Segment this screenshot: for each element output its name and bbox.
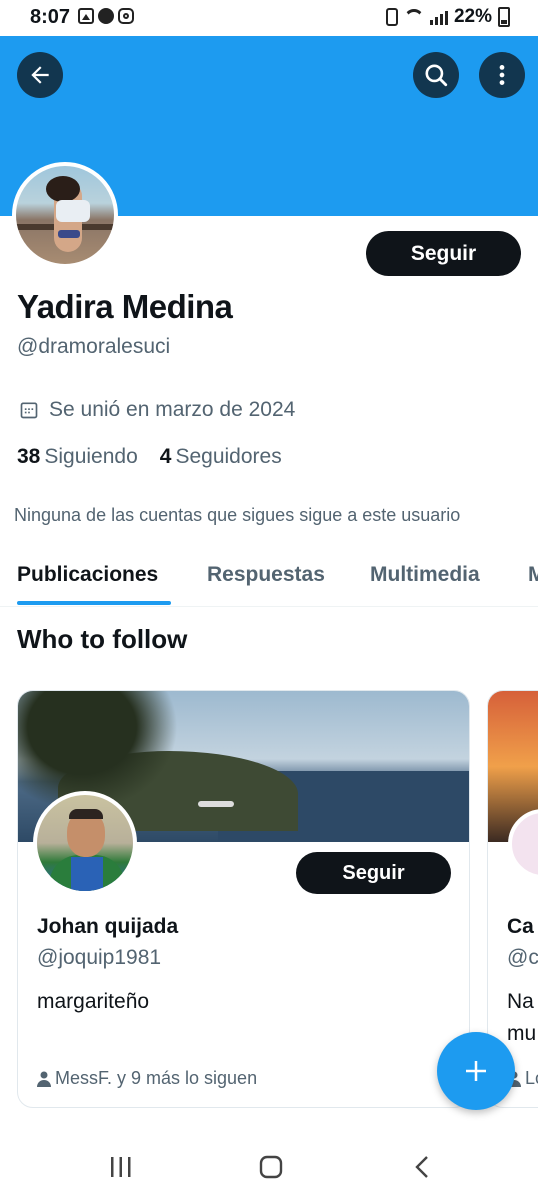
- compose-button[interactable]: [437, 1032, 515, 1110]
- plus-icon: [466, 1061, 486, 1081]
- username: @dramoralesuci: [17, 335, 171, 358]
- card-handle: @c: [507, 946, 538, 969]
- profile-tabs: Publicaciones Respuestas Multimedia M: [0, 545, 538, 607]
- who-to-follow-title: Who to follow: [17, 624, 188, 654]
- calendar-icon: [20, 402, 38, 419]
- battery-percent: 22%: [453, 6, 492, 27]
- card-name: Ca: [507, 915, 534, 938]
- tab-overflow[interactable]: M: [528, 563, 538, 587]
- system-back-button[interactable]: [402, 1150, 442, 1184]
- card-name: Johan quijada: [37, 915, 179, 938]
- system-indicators: 22%: [385, 6, 510, 28]
- signal-icon: [429, 9, 448, 25]
- recent-apps-button[interactable]: [101, 1150, 141, 1184]
- tab-multimedia[interactable]: Multimedia: [370, 563, 480, 587]
- followers-count: 4: [159, 445, 172, 468]
- followers-label: Seguidores: [175, 445, 282, 468]
- profile-screen: 8:07 22% Seguir Yadira Medina @dramorale…: [0, 0, 538, 1200]
- card-bio: margariteño: [37, 990, 150, 1013]
- tab-respuestas[interactable]: Respuestas: [207, 563, 325, 587]
- card-bio: Na: [507, 990, 534, 1013]
- search-button[interactable]: [413, 52, 459, 98]
- card-follow-button[interactable]: Seguir: [296, 852, 451, 894]
- wifi-icon: [404, 9, 424, 25]
- nav-back-icon: [415, 1156, 428, 1178]
- recent-apps-icon: [111, 1157, 131, 1177]
- card-avatar[interactable]: [33, 791, 137, 895]
- card-bio-line2: mu: [507, 1022, 537, 1045]
- follow-stats: 38 Siguiendo 4 Seguidores: [17, 445, 282, 469]
- card-followed-text: MessF. y 9 más lo siguen: [55, 1068, 258, 1088]
- more-vertical-icon: [499, 65, 505, 85]
- following-count: 38: [17, 445, 41, 468]
- search-icon: [425, 64, 448, 87]
- home-button[interactable]: [251, 1150, 291, 1184]
- chat-icon: [98, 8, 114, 24]
- active-tab-indicator: [17, 601, 171, 605]
- back-button[interactable]: [17, 52, 63, 98]
- status-time: 8:07: [30, 6, 71, 28]
- person-icon: [37, 1071, 51, 1087]
- followers-link[interactable]: 4 Seguidores: [160, 445, 282, 469]
- card-followed-text: Lo: [525, 1068, 538, 1088]
- profile-avatar[interactable]: [12, 162, 118, 268]
- following-label: Siguiendo: [44, 445, 138, 468]
- arrow-left-icon: [31, 66, 49, 84]
- more-button[interactable]: [479, 52, 525, 98]
- home-icon: [259, 1155, 283, 1179]
- mutual-followers-note: Ninguna de las cuentas que sigues sigue …: [14, 505, 461, 525]
- following-link[interactable]: 38 Siguiendo: [17, 445, 138, 469]
- suggestion-card[interactable]: Seguir Johan quijada @joquip1981 margari…: [17, 690, 470, 1108]
- joined-date: Se unió en marzo de 2024: [19, 398, 295, 422]
- card-handle: @joquip1981: [37, 946, 162, 969]
- display-name: Yadira Medina: [17, 288, 233, 325]
- gallery-icon: [78, 8, 94, 24]
- instagram-icon: [118, 8, 134, 24]
- status-bar: 8:07 22%: [0, 0, 538, 36]
- joined-text: Se unió en marzo de 2024: [49, 398, 296, 421]
- battery-saver-icon: [385, 8, 398, 26]
- tab-publicaciones[interactable]: Publicaciones: [17, 563, 158, 587]
- system-nav-bar: [0, 1130, 538, 1200]
- battery-icon: [498, 7, 510, 27]
- card-followed-by: MessF. y 9 más lo siguen: [37, 1068, 257, 1089]
- follow-button[interactable]: Seguir: [366, 231, 521, 276]
- notification-icons: [78, 8, 134, 24]
